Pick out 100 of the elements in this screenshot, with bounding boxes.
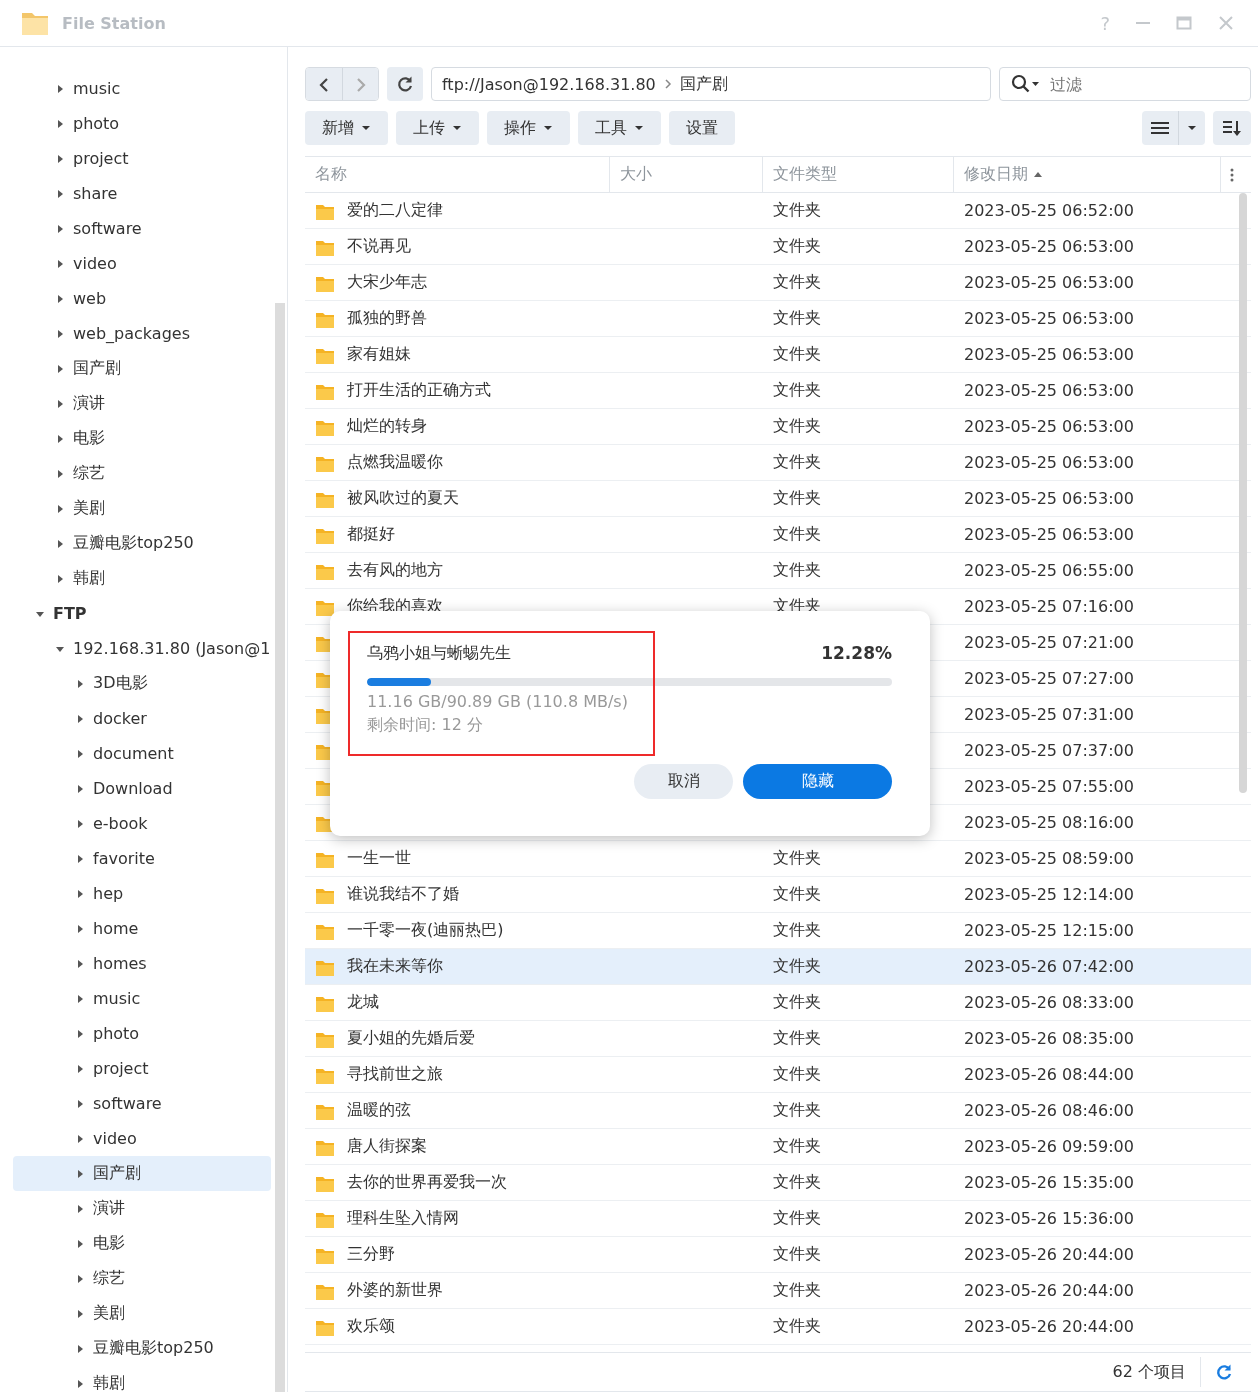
tree-item[interactable]: software [13,1086,271,1121]
tree-item[interactable]: web [13,281,271,316]
table-row[interactable]: 温暖的弦 文件夹 2023-05-26 08:46:00 [305,1093,1251,1129]
caret-right-icon [55,293,65,304]
table-row[interactable]: 龙城 文件夹 2023-05-26 08:33:00 [305,985,1251,1021]
path-segment[interactable]: ftp://Jason@192.168.31.80 [442,74,656,94]
search-field[interactable]: 过滤 [999,67,1251,101]
tree-item[interactable]: 综艺 [13,1261,271,1296]
table-cell: 灿烂的转身 [347,416,427,437]
tree-item[interactable]: 192.168.31.80 (Jason@1 [13,631,271,666]
tree-item[interactable]: homes [13,946,271,981]
sort-button[interactable] [1213,111,1251,145]
table-cell: 2023-05-26 15:36:00 [964,1209,1134,1228]
table-cell: 唐人街探案 [347,1136,427,1157]
table-row[interactable]: 三分野 文件夹 2023-05-26 20:44:00 [305,1237,1251,1273]
table-cell: 2023-05-25 06:53:00 [964,309,1134,328]
tree-item[interactable]: photo [13,1016,271,1051]
table-cell: 不说再见 [347,236,411,257]
table-row[interactable]: 夏小姐的先婚后爱 文件夹 2023-05-26 08:35:00 [305,1021,1251,1057]
chevron-left-icon [318,77,330,93]
tree-item[interactable]: project [13,141,271,176]
tree-item[interactable]: 国产剧 [13,1156,271,1191]
hide-button[interactable]: 隐藏 [743,764,892,799]
toolbar-button[interactable]: 设置 [669,111,735,145]
table-cell: 2023-05-25 08:16:00 [964,813,1134,832]
cancel-button[interactable]: 取消 [634,764,733,799]
tree-item[interactable]: software [13,211,271,246]
tree-item[interactable]: 韩剧 [13,561,271,596]
tree-item[interactable]: FTP [13,596,271,631]
table-row[interactable]: 外婆的新世界 文件夹 2023-05-26 20:44:00 [305,1273,1251,1309]
tree-item[interactable]: document [13,736,271,771]
tree-item[interactable]: 豆瓣电影top250 [13,1331,271,1366]
tree-item[interactable]: hep [13,876,271,911]
tree-item[interactable]: 演讲 [13,386,271,421]
tree-item[interactable]: 3D电影 [13,666,271,701]
tree-item[interactable]: video [13,1121,271,1156]
path-segment[interactable]: 国产剧 [679,73,728,95]
tree-item[interactable]: 美剧 [13,491,271,526]
caret-right-icon [75,1378,85,1389]
tree-item[interactable]: 综艺 [13,456,271,491]
back-button[interactable] [306,68,342,100]
tree-item[interactable]: favorite [13,841,271,876]
table-cell: 文件夹 [773,380,821,401]
caret-right-icon [55,573,65,584]
table-cell: 2023-05-25 07:21:00 [964,633,1134,652]
table-row[interactable]: 欢乐颂 文件夹 2023-05-26 20:44:00 [305,1309,1251,1345]
tree-item[interactable]: Download [13,771,271,806]
toolbar-button[interactable]: 工具 [578,111,661,145]
caret-right-icon [75,1028,85,1039]
table-cell: 2023-05-26 08:33:00 [964,993,1134,1012]
table-cell: 2023-05-26 20:44:00 [964,1281,1134,1300]
table-row[interactable]: 去你的世界再爱我一次 文件夹 2023-05-26 15:35:00 [305,1165,1251,1201]
chevron-right-icon [663,79,672,89]
scrollbar-thumb[interactable] [1239,193,1247,793]
more-icon [1230,167,1234,182]
tree-item[interactable]: 演讲 [13,1191,271,1226]
table-row[interactable]: 一生一世 文件夹 2023-05-25 08:59:00 [305,841,1251,877]
caret-right-icon [55,363,65,374]
tree-item[interactable]: music [13,71,271,106]
tree-item[interactable]: share [13,176,271,211]
table-cell: 2023-05-26 09:59:00 [964,1137,1134,1156]
tree-item[interactable]: 豆瓣电影top250 [13,526,271,561]
table-row[interactable]: 寻找前世之旅 文件夹 2023-05-26 08:44:00 [305,1057,1251,1093]
table-row[interactable]: 谁说我结不了婚 文件夹 2023-05-25 12:14:00 [305,877,1251,913]
table-cell: 文件夹 [773,1280,821,1301]
tree-item[interactable]: 国产剧 [13,351,271,386]
tree-item[interactable]: 韩剧 [13,1366,271,1392]
table-cell: 外婆的新世界 [347,1280,443,1301]
refresh-button[interactable] [387,67,423,101]
caret-right-icon [75,923,85,934]
toolbar-button[interactable]: 上传 [396,111,479,145]
table-cell: 寻找前世之旅 [347,1064,443,1085]
table-row[interactable]: 理科生坠入情网 文件夹 2023-05-26 15:36:00 [305,1201,1251,1237]
table-cell: 文件夹 [773,1136,821,1157]
tree-item[interactable]: project [13,1051,271,1086]
tree-item[interactable]: 电影 [13,421,271,456]
table-cell: 2023-05-25 06:53:00 [964,273,1134,292]
tree-item[interactable]: web_packages [13,316,271,351]
toolbar-button[interactable]: 操作 [487,111,570,145]
tree-item[interactable]: e-book [13,806,271,841]
tree-item[interactable]: docker [13,701,271,736]
caret-right-icon [75,748,85,759]
table-cell: 一生一世 [347,848,411,869]
toolbar-button[interactable]: 新增 [305,111,388,145]
table-cell: 2023-05-26 08:35:00 [964,1029,1134,1048]
list-icon [1150,120,1170,136]
tree-item[interactable]: 美剧 [13,1296,271,1331]
table-cell: 文件夹 [773,956,821,977]
scrollbar-thumb[interactable] [275,303,285,1392]
tree-item[interactable]: 电影 [13,1226,271,1261]
caret-down-icon [1187,125,1197,131]
table-cell: 理科生坠入情网 [347,1208,459,1229]
tree-item[interactable]: photo [13,106,271,141]
tree-item[interactable]: music [13,981,271,1016]
table-row[interactable]: 我在未来等你 文件夹 2023-05-26 07:42:00 [305,949,1251,985]
view-mode-button[interactable] [1142,111,1205,145]
table-row[interactable]: 唐人街探案 文件夹 2023-05-26 09:59:00 [305,1129,1251,1165]
path-field[interactable]: ftp://Jason@192.168.31.80 国产剧 [431,67,991,101]
tree-item[interactable]: home [13,911,271,946]
tree-item[interactable]: video [13,246,271,281]
